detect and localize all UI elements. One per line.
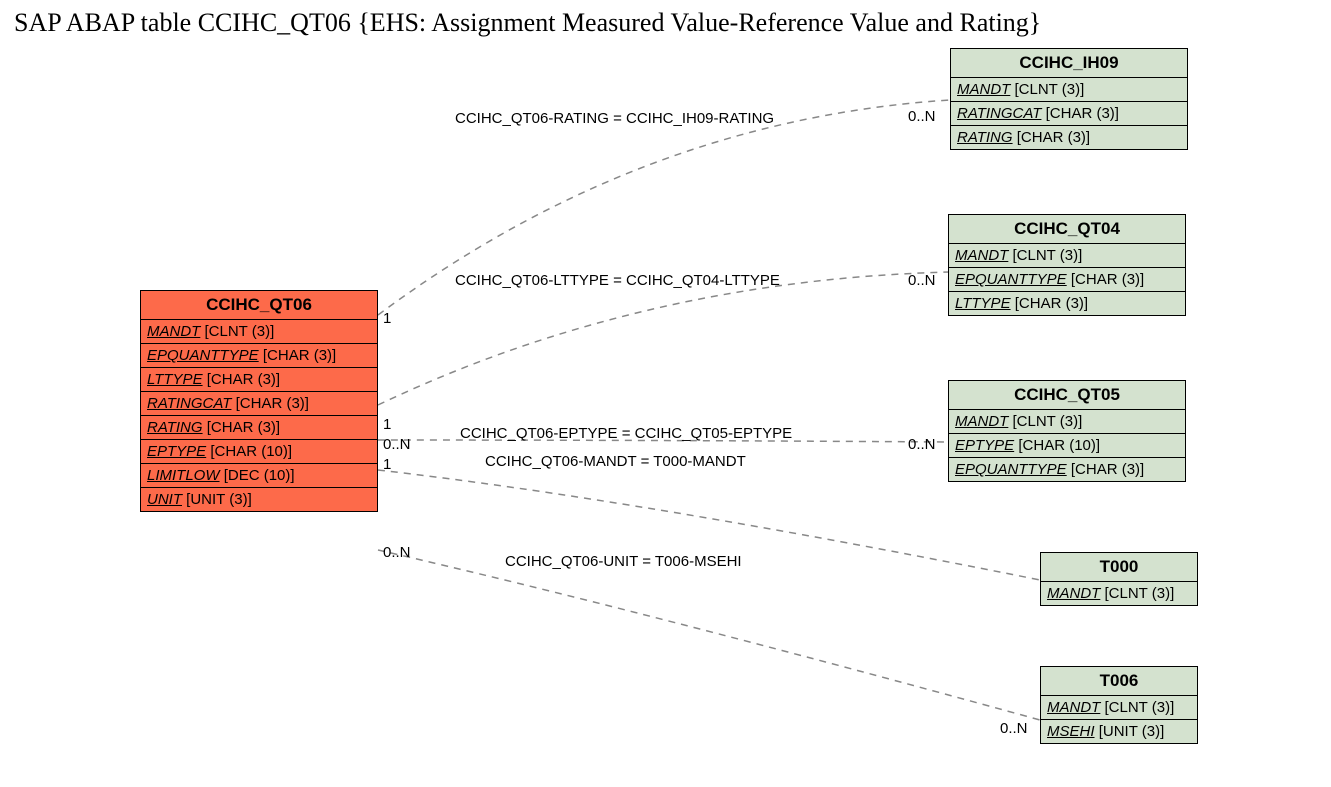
field-row: RATING [CHAR (3)]	[141, 416, 377, 440]
entity-header: CCIHC_IH09	[951, 49, 1187, 78]
field-row: LTTYPE [CHAR (3)]	[949, 292, 1185, 315]
entity-ccihc-qt05: CCIHC_QT05 MANDT [CLNT (3)] EPTYPE [CHAR…	[948, 380, 1186, 482]
entity-header: T000	[1041, 553, 1197, 582]
entity-t000: T000 MANDT [CLNT (3)]	[1040, 552, 1198, 606]
entity-header: CCIHC_QT04	[949, 215, 1185, 244]
edge-label: CCIHC_QT06-RATING = CCIHC_IH09-RATING	[455, 110, 774, 127]
cardinality: 1	[383, 310, 391, 327]
field-row: MANDT [CLNT (3)]	[1041, 582, 1197, 605]
entity-ccihc-qt06: CCIHC_QT06 MANDT [CLNT (3)] EPQUANTTYPE …	[140, 290, 378, 512]
field-row: MANDT [CLNT (3)]	[951, 78, 1187, 102]
entity-ccihc-qt04: CCIHC_QT04 MANDT [CLNT (3)] EPQUANTTYPE …	[948, 214, 1186, 316]
field-row: MANDT [CLNT (3)]	[141, 320, 377, 344]
edge-label: CCIHC_QT06-LTTYPE = CCIHC_QT04-LTTYPE	[455, 272, 780, 289]
edge-label: CCIHC_QT06-EPTYPE = CCIHC_QT05-EPTYPE	[460, 425, 792, 442]
edge-label: CCIHC_QT06-UNIT = T006-MSEHI	[505, 553, 742, 570]
edge-label: CCIHC_QT06-MANDT = T000-MANDT	[485, 453, 746, 470]
cardinality: 0..N	[1000, 720, 1028, 737]
field-row: RATINGCAT [CHAR (3)]	[951, 102, 1187, 126]
cardinality: 0..N	[383, 544, 411, 561]
field-row: EPQUANTTYPE [CHAR (3)]	[949, 268, 1185, 292]
field-row: EPTYPE [CHAR (10)]	[949, 434, 1185, 458]
cardinality: 1	[383, 456, 391, 473]
field-row: MANDT [CLNT (3)]	[949, 244, 1185, 268]
entity-header: T006	[1041, 667, 1197, 696]
field-row: EPQUANTTYPE [CHAR (3)]	[949, 458, 1185, 481]
cardinality: 0..N	[908, 436, 936, 453]
entity-t006: T006 MANDT [CLNT (3)] MSEHI [UNIT (3)]	[1040, 666, 1198, 744]
cardinality: 0..N	[908, 272, 936, 289]
field-row: MANDT [CLNT (3)]	[949, 410, 1185, 434]
entity-header: CCIHC_QT06	[141, 291, 377, 320]
field-row: MSEHI [UNIT (3)]	[1041, 720, 1197, 743]
field-row: RATING [CHAR (3)]	[951, 126, 1187, 149]
field-row: UNIT [UNIT (3)]	[141, 488, 377, 511]
diagram-title: SAP ABAP table CCIHC_QT06 {EHS: Assignme…	[14, 8, 1041, 38]
entity-header: CCIHC_QT05	[949, 381, 1185, 410]
field-row: RATINGCAT [CHAR (3)]	[141, 392, 377, 416]
field-row: EPQUANTTYPE [CHAR (3)]	[141, 344, 377, 368]
field-row: MANDT [CLNT (3)]	[1041, 696, 1197, 720]
cardinality: 0..N	[383, 436, 411, 453]
field-row: LTTYPE [CHAR (3)]	[141, 368, 377, 392]
entity-ccihc-ih09: CCIHC_IH09 MANDT [CLNT (3)] RATINGCAT [C…	[950, 48, 1188, 150]
field-row: LIMITLOW [DEC (10)]	[141, 464, 377, 488]
field-row: EPTYPE [CHAR (10)]	[141, 440, 377, 464]
cardinality: 0..N	[908, 108, 936, 125]
cardinality: 1	[383, 416, 391, 433]
